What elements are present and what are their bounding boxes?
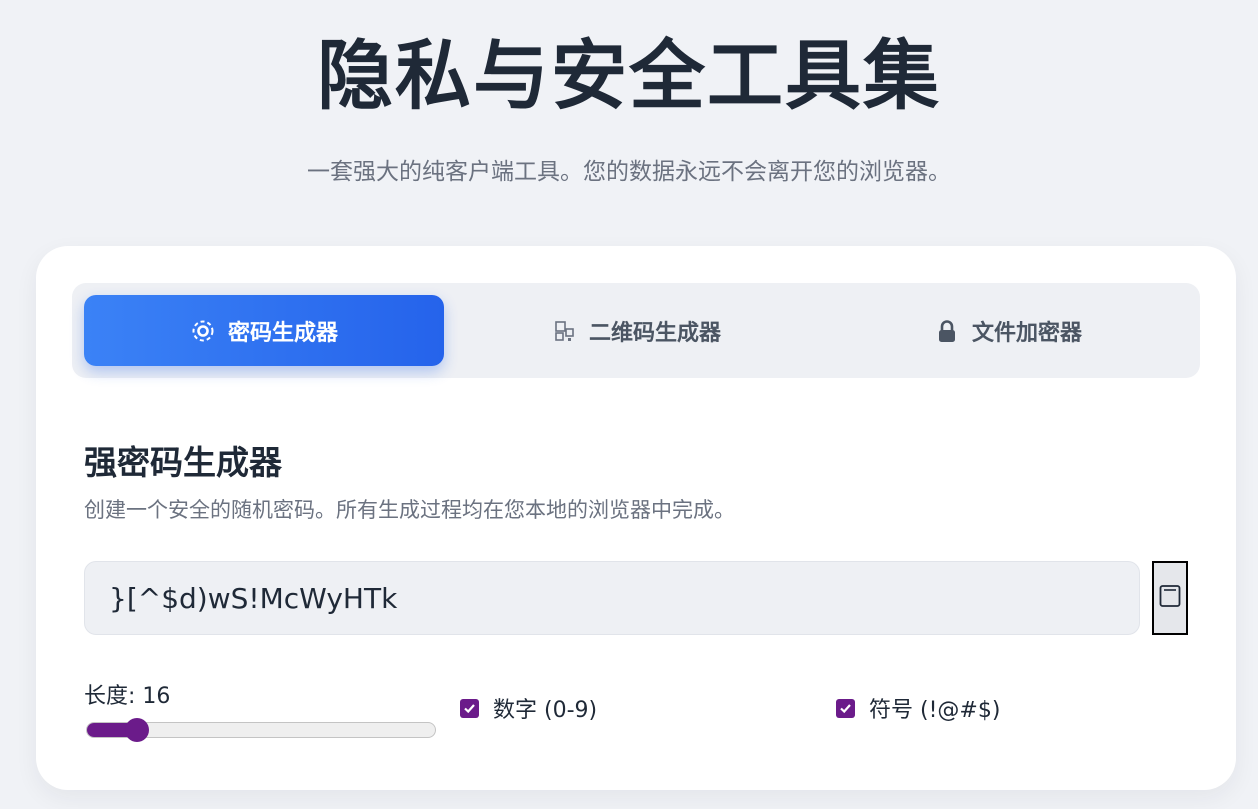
section-description: 创建一个安全的随机密码。所有生成过程均在您本地的浏览器中完成。	[84, 498, 735, 522]
tab-label: 密码生成器	[227, 320, 338, 346]
length-slider[interactable]	[86, 718, 436, 742]
lock-icon	[934, 318, 960, 344]
checkbox-label: 符号 (!@#$)	[869, 698, 1001, 723]
tab-label: 文件加密器	[971, 320, 1082, 346]
page-title: 隐私与安全工具集	[317, 31, 941, 120]
tab-label: 二维码生成器	[588, 320, 721, 346]
tab-password-generator[interactable]: 密码生成器	[84, 295, 444, 366]
checkbox-label: 数字 (0-9)	[493, 698, 598, 723]
gear-icon	[190, 318, 216, 344]
slider-thumb[interactable]	[124, 718, 149, 742]
qr-code-icon	[551, 318, 577, 344]
page-subtitle: 一套强大的纯客户端工具。您的数据永远不会离开您的浏览器。	[307, 159, 951, 185]
checkbox-checked-icon[interactable]	[460, 698, 479, 718]
copy-button[interactable]	[1152, 561, 1188, 635]
page-header: 隐私与安全工具集 一套强大的纯客户端工具。您的数据永远不会离开您的浏览器。	[0, 0, 1258, 186]
numbers-checkbox[interactable]: 数字 (0-9)	[460, 692, 597, 724]
tab-file-encryptor[interactable]: 文件加密器	[828, 295, 1188, 366]
length-label: 长度: 16	[84, 684, 171, 709]
password-output[interactable]: }[^$d)wS!McWyHTk	[84, 561, 1140, 635]
copy-icon	[1159, 584, 1181, 612]
symbols-checkbox[interactable]: 符号 (!@#$)	[836, 692, 1000, 724]
tab-qr-generator[interactable]: 二维码生成器	[456, 295, 816, 366]
tab-bar: 密码生成器 二维码生成器 文件加密器	[72, 283, 1200, 378]
tool-card: 密码生成器 二维码生成器 文件加密器 强密码生成器 创建一个安全的随机密码。所有…	[36, 246, 1236, 790]
section-title: 强密码生成器	[84, 443, 282, 482]
checkbox-checked-icon[interactable]	[836, 698, 855, 718]
